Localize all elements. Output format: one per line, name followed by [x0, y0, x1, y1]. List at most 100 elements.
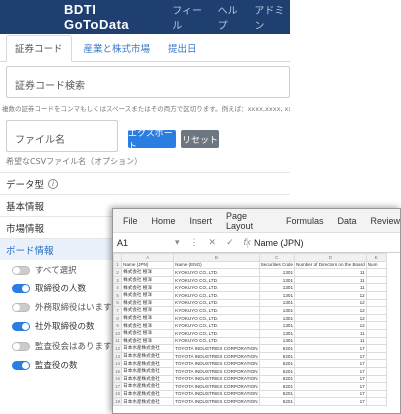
- data-cell[interactable]: 6201: [258, 344, 296, 353]
- data-cell[interactable]: 11: [294, 283, 367, 292]
- data-cell[interactable]: 17: [294, 374, 367, 384]
- data-cell[interactable]: TOYOTA INDUSTRIES CORPORATION: [173, 374, 260, 384]
- data-cell[interactable]: 12: [294, 290, 367, 300]
- nav-item-help[interactable]: ヘルプ: [218, 2, 245, 32]
- header-cell[interactable]: Num: [365, 260, 387, 270]
- confirm-icon[interactable]: ✓: [226, 237, 234, 248]
- toggle-switch[interactable]: [12, 265, 30, 275]
- data-cell[interactable]: KYOKUYO CO.,LTD.: [173, 328, 260, 338]
- data-cell[interactable]: 日本水産株式会社: [121, 382, 175, 391]
- toggle-switch[interactable]: [12, 360, 30, 370]
- data-cell[interactable]: 株式会社 極洋: [121, 321, 175, 330]
- toggle-select-all[interactable]: すべて選択: [12, 262, 77, 278]
- data-cell[interactable]: TOYOTA INDUSTRIES CORPORATION: [173, 397, 260, 406]
- data-cell[interactable]: 12: [294, 306, 367, 315]
- data-cell[interactable]: 1301: [258, 290, 296, 300]
- data-cell[interactable]: 6201: [258, 366, 296, 376]
- row-number[interactable]: 10: [113, 328, 123, 338]
- data-cell[interactable]: KYOKUYO CO.,LTD.: [173, 290, 260, 300]
- data-cell[interactable]: 1301: [258, 306, 296, 315]
- data-cell[interactable]: 1301: [258, 275, 296, 285]
- column-letter[interactable]: B: [173, 253, 260, 262]
- data-cell[interactable]: 株式会社 極洋: [121, 336, 175, 346]
- row-number[interactable]: 13: [113, 351, 123, 361]
- column-letter[interactable]: A: [121, 253, 175, 262]
- stock-code-search-input[interactable]: 証券コード検索: [6, 66, 290, 98]
- data-cell[interactable]: [365, 321, 387, 330]
- data-cell[interactable]: 1301: [258, 298, 296, 308]
- name-box[interactable]: A1: [113, 238, 173, 248]
- data-cell[interactable]: TOYOTA INDUSTRIES CORPORATION: [173, 389, 260, 399]
- data-cell[interactable]: 11: [294, 336, 367, 346]
- toggle-switch[interactable]: [12, 283, 30, 293]
- data-cell[interactable]: 11: [294, 268, 367, 277]
- data-cell[interactable]: 1301: [258, 321, 296, 330]
- data-cell[interactable]: 株式会社 極洋: [121, 328, 175, 338]
- column-letter[interactable]: D: [294, 253, 367, 262]
- data-cell[interactable]: [365, 336, 387, 346]
- reset-button[interactable]: リセット: [181, 130, 219, 148]
- data-cell[interactable]: KYOKUYO CO.,LTD.: [173, 313, 260, 323]
- data-cell[interactable]: TOYOTA INDUSTRIES CORPORATION: [173, 382, 260, 391]
- data-cell[interactable]: [365, 283, 387, 292]
- data-cell[interactable]: 6201: [258, 397, 296, 406]
- data-cell[interactable]: TOYOTA INDUSTRIES CORPORATION: [173, 366, 260, 376]
- data-cell[interactable]: 株式会社 極洋: [121, 313, 175, 323]
- data-cell[interactable]: 17: [294, 359, 367, 368]
- row-number[interactable]: 14: [113, 359, 123, 368]
- data-cell[interactable]: 17: [294, 344, 367, 353]
- data-cell[interactable]: 11: [294, 275, 367, 285]
- ribbon-tab-data[interactable]: Data: [337, 216, 356, 226]
- data-cell[interactable]: 12: [294, 321, 367, 330]
- data-cell[interactable]: [365, 374, 387, 384]
- toggle-num-auditors[interactable]: 監査役の数: [12, 357, 78, 373]
- nav-item-admin[interactable]: アドミン: [254, 2, 290, 32]
- data-cell[interactable]: [365, 389, 387, 399]
- data-cell[interactable]: KYOKUYO CO.,LTD.: [173, 321, 260, 330]
- tab-filing-date[interactable]: 提出日: [162, 41, 203, 61]
- file-name-input[interactable]: ファイル名: [6, 120, 118, 152]
- data-cell[interactable]: 17: [294, 382, 367, 391]
- row-number[interactable]: 4: [113, 283, 123, 292]
- data-cell[interactable]: 17: [294, 389, 367, 399]
- data-cell[interactable]: 17: [294, 351, 367, 361]
- data-cell[interactable]: 6201: [258, 389, 296, 399]
- data-cell[interactable]: 6201: [258, 382, 296, 391]
- row-number[interactable]: 17: [113, 382, 123, 391]
- data-cell[interactable]: [365, 313, 387, 323]
- data-cell[interactable]: [365, 351, 387, 361]
- data-cell[interactable]: 1301: [258, 313, 296, 323]
- row-number[interactable]: 2: [113, 268, 123, 277]
- toggle-switch[interactable]: [12, 321, 30, 331]
- header-cell[interactable]: Securities Code: [258, 260, 296, 270]
- data-cell[interactable]: [365, 328, 387, 338]
- data-cell[interactable]: 6201: [258, 351, 296, 361]
- data-cell[interactable]: [365, 382, 387, 391]
- data-cell[interactable]: 1301: [258, 268, 296, 277]
- data-cell[interactable]: 日本水産株式会社: [121, 344, 175, 353]
- data-cell[interactable]: 6201: [258, 359, 296, 368]
- data-cell[interactable]: 12: [294, 313, 367, 323]
- row-number[interactable]: 7: [113, 306, 123, 315]
- namebox-dropdown-icon[interactable]: ▾: [175, 237, 180, 248]
- data-cell[interactable]: TOYOTA INDUSTRIES CORPORATION: [173, 351, 260, 361]
- row-number[interactable]: 11: [113, 336, 123, 346]
- data-cell[interactable]: 1301: [258, 336, 296, 346]
- tab-industry-market[interactable]: 産業と株式市場: [78, 41, 157, 61]
- header-cell[interactable]: Name (ENG): [173, 260, 260, 270]
- nav-item-file[interactable]: フィール: [172, 2, 207, 32]
- export-button[interactable]: エクスポート: [128, 129, 176, 152]
- spreadsheet-grid[interactable]: A B C D E 1 Name (JPN) Name (ENG) Securities Cod…: [113, 253, 400, 406]
- row-number[interactable]: 15: [113, 366, 123, 376]
- header-cell[interactable]: Number of Directors on the Board: [294, 260, 367, 270]
- data-cell[interactable]: 日本水産株式会社: [121, 366, 175, 376]
- ribbon-tab-insert[interactable]: Insert: [190, 216, 213, 226]
- data-cell[interactable]: 12: [294, 298, 367, 308]
- formula-input[interactable]: Name (JPN): [247, 237, 400, 248]
- row-number[interactable]: 12: [113, 344, 123, 353]
- toggle-switch[interactable]: [12, 341, 30, 351]
- row-number[interactable]: 1: [113, 260, 123, 270]
- data-cell[interactable]: KYOKUYO CO.,LTD.: [173, 306, 260, 315]
- data-cell[interactable]: 17: [294, 397, 367, 406]
- data-cell[interactable]: 日本水産株式会社: [121, 374, 175, 384]
